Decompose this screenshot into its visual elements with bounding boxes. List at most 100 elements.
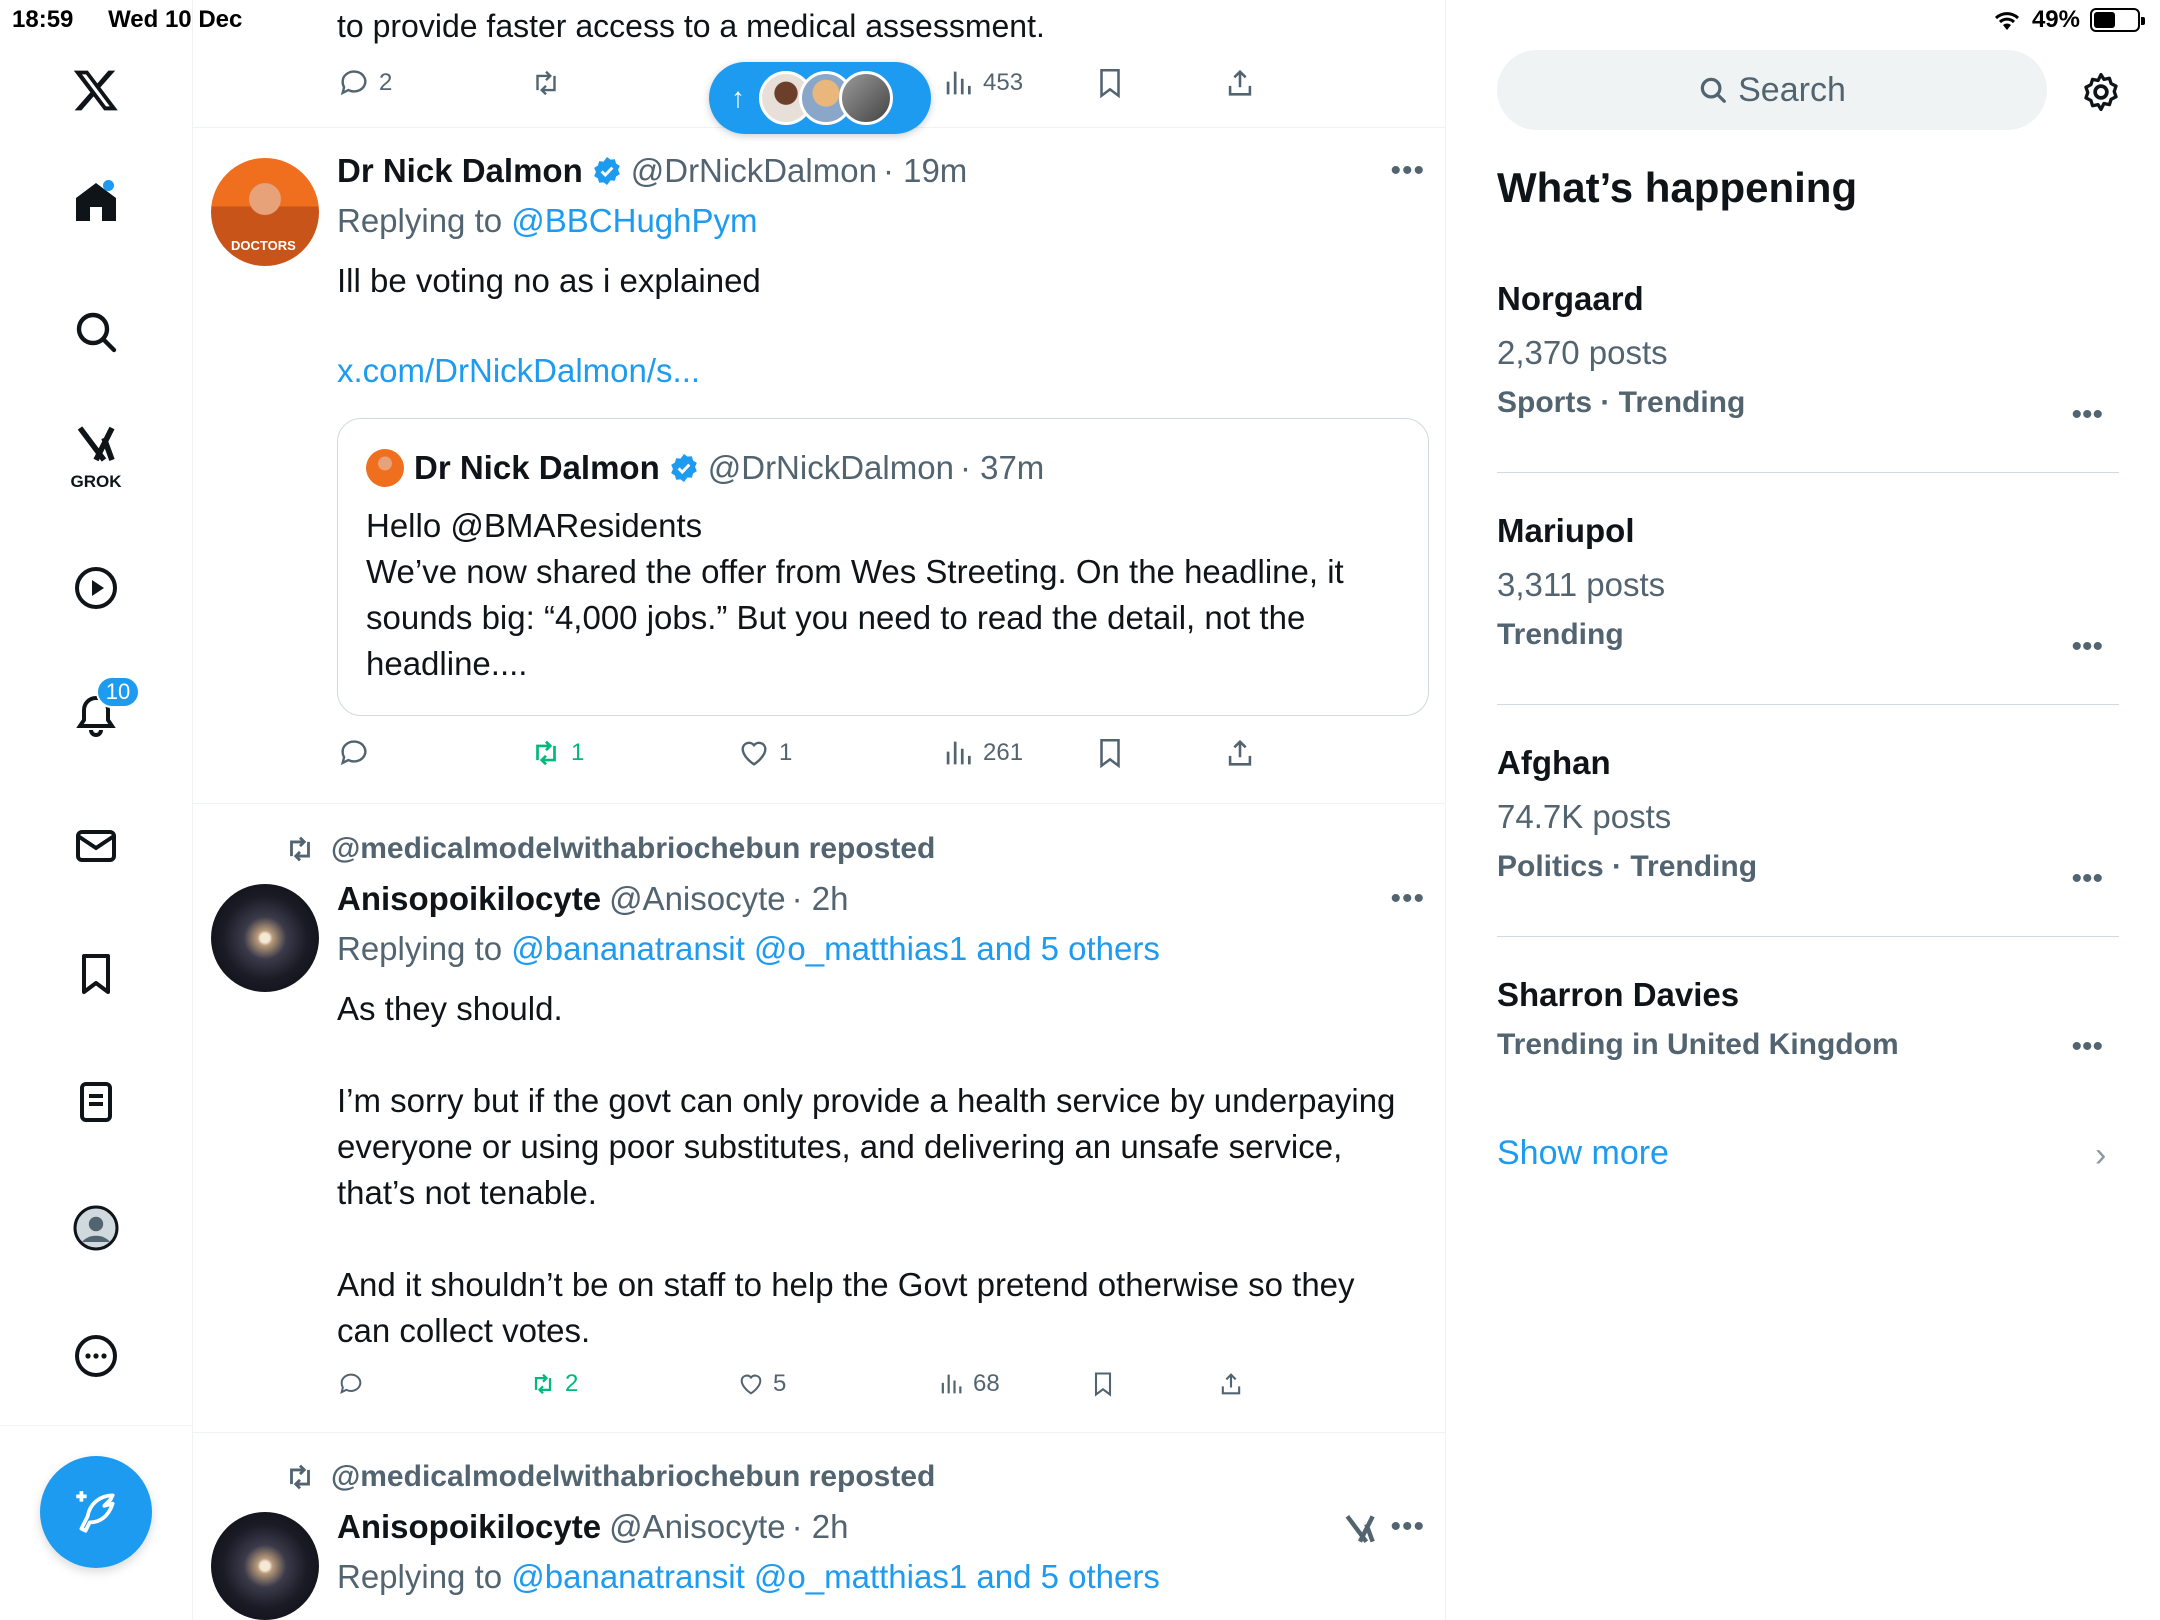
reply-button[interactable]: 2	[337, 66, 392, 100]
replying-prefix: Replying to	[337, 1558, 512, 1595]
quoted-post-text: Hello @BMAResidents We’ve now shared the…	[366, 507, 1344, 682]
author-handle[interactable]: @Anisocyte	[609, 880, 786, 918]
avatar-sign-text: DOCTORS	[231, 238, 296, 253]
views-chart-icon	[946, 71, 971, 95]
reply-button[interactable]	[337, 1370, 365, 1398]
right-sidebar: Search What’s happening Norgaard 2,370 p…	[1447, 0, 2160, 1620]
post-text-fragment: to provide faster access to a medical as…	[337, 8, 1045, 44]
views-count: 453	[983, 69, 1024, 96]
post-header: Anisopoikilocyte @Anisocyte · 2h	[337, 1508, 849, 1546]
lists-icon[interactable]	[48, 1054, 144, 1150]
post-time: · 2h	[791, 880, 849, 917]
whats-happening-title: What’s happening	[1497, 164, 1858, 211]
left-nav: GROK 10	[0, 0, 193, 1620]
post-link[interactable]: x.com/DrNickDalmon/s...	[337, 352, 700, 390]
author-avatar[interactable]	[211, 1512, 319, 1620]
replying-prefix: Replying to	[337, 930, 512, 967]
trend-meta: Sports · Trending	[1497, 386, 1746, 419]
reply-icon	[340, 740, 367, 766]
repost-button[interactable]: 2	[529, 1370, 578, 1398]
quoted-author-handle: @DrNickDalmon	[707, 449, 954, 486]
verified-badge-icon	[670, 454, 697, 482]
new-posts-pill[interactable]: ↑	[709, 62, 931, 134]
reply-button[interactable]	[337, 736, 371, 770]
author-name[interactable]: Dr Nick Dalmon	[337, 152, 583, 190]
replying-to: Replying to @bananatransit @o_matthias1 …	[337, 930, 1160, 968]
quoted-post[interactable]: Dr Nick Dalmon @DrNickDalmon · 37m Hello…	[337, 418, 1429, 716]
post-more-icon[interactable]: •••	[1390, 1510, 1425, 1544]
views-button[interactable]: 261	[941, 736, 1023, 770]
trend-more-icon[interactable]: •••	[2071, 630, 2103, 664]
author-handle[interactable]: @Anisocyte	[609, 1508, 786, 1546]
timeline: to provide faster access to a medical as…	[193, 0, 1446, 1620]
replying-to-link[interactable]: @bananatransit @o_matthias1 and 5 others	[511, 930, 1160, 967]
messages-envelope-icon[interactable]	[48, 798, 144, 894]
trend-more-icon[interactable]: •••	[2071, 862, 2103, 896]
home-icon[interactable]	[48, 154, 144, 250]
notifications-bell-icon[interactable]: 10	[48, 668, 144, 764]
bookmarks-icon[interactable]	[48, 926, 144, 1022]
grok-explain-icon[interactable]	[1341, 1510, 1379, 1548]
compose-post-button[interactable]	[40, 1456, 152, 1568]
replying-to-link[interactable]: @bananatransit @o_matthias1 and 5 others	[511, 1558, 1160, 1595]
grok-icon[interactable]: GROK	[48, 408, 144, 504]
bookmark-button[interactable]	[1093, 66, 1127, 100]
share-icon	[1228, 69, 1252, 96]
trend-more-icon[interactable]: •••	[2071, 1030, 2103, 1064]
post-divider	[193, 1432, 1445, 1433]
replying-to-link[interactable]: @BBCHughPym	[511, 202, 757, 239]
trend-item[interactable]: Norgaard 2,370 posts Sports · Trending •…	[1497, 280, 2119, 431]
author-avatar[interactable]	[211, 884, 319, 992]
trend-meta: Trending in United Kingdom	[1497, 1028, 1899, 1061]
views-chart-icon	[941, 1374, 962, 1394]
trend-item[interactable]: Mariupol 3,311 posts Trending •••	[1497, 512, 2119, 663]
profile-avatar-icon[interactable]	[48, 1180, 144, 1276]
post-text: As they should. I’m sorry but if the gov…	[337, 990, 1396, 1349]
search-input[interactable]: Search	[1497, 50, 2047, 130]
x-logo-icon[interactable]	[48, 42, 144, 138]
replying-prefix: Replying to	[337, 202, 512, 239]
verified-badge-icon	[593, 157, 620, 185]
repost-button[interactable]: 1	[529, 736, 584, 770]
trend-count: 74.7K posts	[1497, 798, 1672, 835]
post-actions: 2 5 68	[337, 1370, 1337, 1410]
author-handle[interactable]: @DrNickDalmon	[631, 152, 877, 190]
grok-label: GROK	[70, 472, 122, 491]
arrow-up-icon: ↑	[731, 82, 745, 113]
trend-item[interactable]: Sharron Davies Trending in United Kingdo…	[1497, 976, 2119, 1064]
share-button[interactable]	[1223, 736, 1257, 770]
author-avatar[interactable]: DOCTORS	[211, 158, 319, 266]
reposted-by-text[interactable]: @medicalmodelwithabriochebun reposted	[331, 1460, 935, 1494]
author-name[interactable]: Anisopoikilocyte	[337, 1508, 601, 1546]
bookmark-button[interactable]	[1089, 1370, 1117, 1398]
trend-divider	[1497, 936, 2119, 937]
quoted-author-avatar	[366, 449, 404, 487]
trend-name: Afghan	[1497, 744, 1611, 781]
like-button[interactable]: 1	[737, 736, 792, 770]
search-placeholder: Search	[1738, 70, 1846, 109]
views-button[interactable]: 68	[937, 1370, 1000, 1398]
more-options-icon[interactable]	[48, 1308, 144, 1404]
video-icon[interactable]	[48, 540, 144, 636]
trend-more-icon[interactable]: •••	[2071, 398, 2103, 432]
share-button[interactable]	[1217, 1370, 1245, 1398]
bookmark-button[interactable]	[1093, 736, 1127, 770]
trend-item[interactable]: Afghan 74.7K posts Politics · Trending •…	[1497, 744, 2119, 895]
share-button[interactable]	[1223, 66, 1257, 100]
like-button[interactable]: 5	[737, 1370, 786, 1398]
share-icon	[1221, 1373, 1241, 1395]
trend-meta: Trending	[1497, 618, 1624, 651]
author-name[interactable]: Anisopoikilocyte	[337, 880, 601, 918]
reposted-by-text[interactable]: @medicalmodelwithabriochebun reposted	[331, 832, 935, 866]
compose-feather-icon	[76, 1491, 115, 1533]
notifications-badge: 10	[96, 676, 140, 708]
post-more-icon[interactable]: •••	[1390, 882, 1425, 916]
search-nav-icon[interactable]	[48, 284, 144, 380]
repost-button[interactable]	[529, 66, 563, 100]
gear-icon[interactable]	[2079, 70, 2123, 114]
show-more-link[interactable]: Show more	[1497, 1134, 1669, 1173]
bookmark-icon	[1100, 68, 1120, 99]
search-icon	[1700, 77, 1726, 103]
views-button[interactable]: 453	[941, 66, 1023, 100]
post-more-icon[interactable]: •••	[1390, 154, 1425, 188]
